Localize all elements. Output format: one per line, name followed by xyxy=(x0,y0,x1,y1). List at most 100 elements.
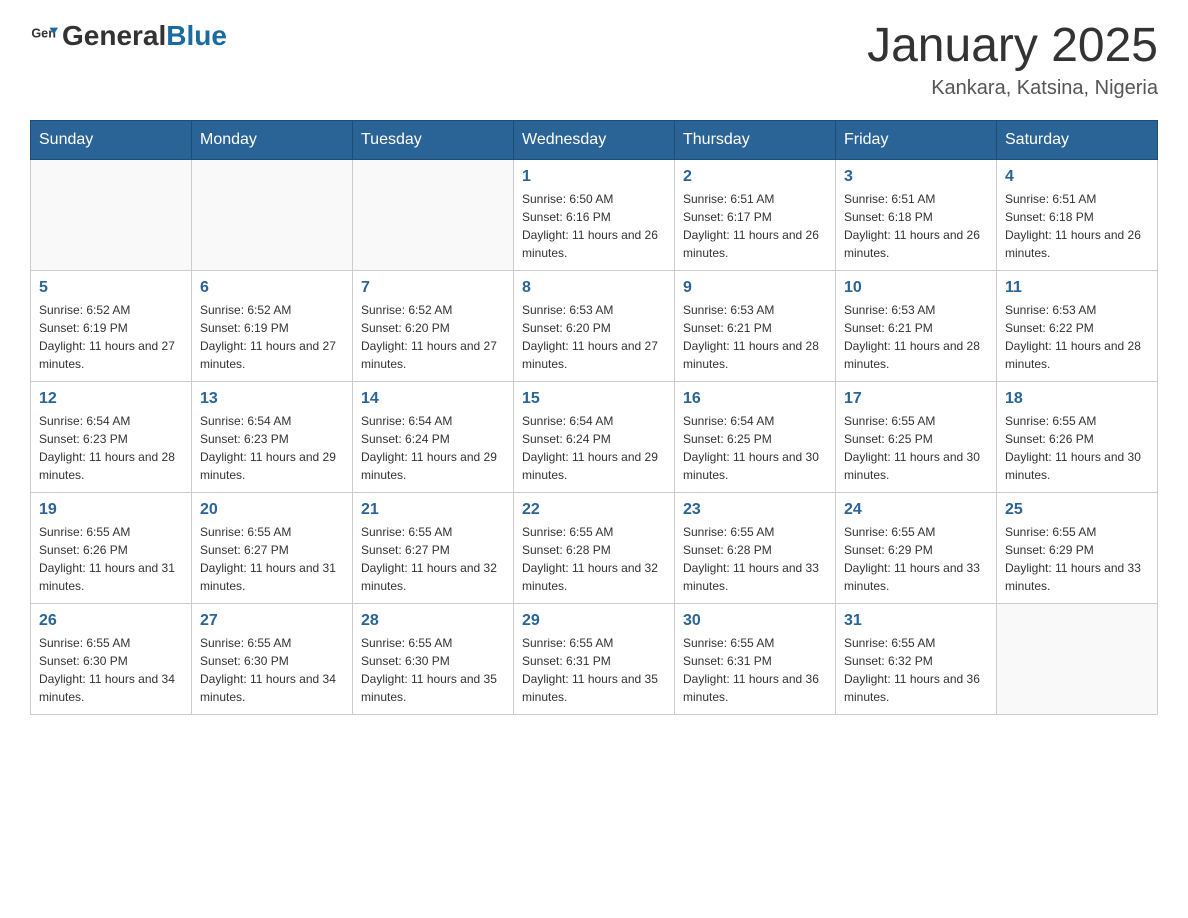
day-number: 20 xyxy=(200,501,344,519)
logo-blue-text: Blue xyxy=(166,20,227,51)
day-number: 26 xyxy=(39,612,183,630)
day-number: 4 xyxy=(1005,168,1149,186)
day-number: 9 xyxy=(683,279,827,297)
day-number: 18 xyxy=(1005,390,1149,408)
day-info: Sunrise: 6:53 AM Sunset: 6:22 PM Dayligh… xyxy=(1005,301,1149,373)
calendar-cell: 16 Sunrise: 6:54 AM Sunset: 6:25 PM Dayli… xyxy=(675,381,836,492)
day-info: Sunrise: 6:55 AM Sunset: 6:31 PM Dayligh… xyxy=(683,634,827,706)
calendar-week-row: 1Sunrise: 6:50 AM Sunset: 6:16 PM Daylig… xyxy=(31,159,1158,270)
day-number: 23 xyxy=(683,501,827,519)
day-number: 29 xyxy=(522,612,666,630)
day-number: 28 xyxy=(361,612,505,630)
calendar-week-row: 26 Sunrise: 6:55 AM Sunset: 6:30 PM Dayli… xyxy=(31,603,1158,714)
day-info: Sunrise: 6:54 AM Sunset: 6:25 PM Dayligh… xyxy=(683,412,827,484)
weekday-header-wednesday: Wednesday xyxy=(514,120,675,159)
calendar-cell: 25 Sunrise: 6:55 AM Sunset: 6:29 PM Dayli… xyxy=(997,492,1158,603)
day-number: 16 xyxy=(683,390,827,408)
day-info: Sunrise: 6:55 AM Sunset: 6:29 PM Dayligh… xyxy=(844,523,988,595)
calendar-cell: 20 Sunrise: 6:55 AM Sunset: 6:27 PM Dayli… xyxy=(192,492,353,603)
weekday-header-monday: Monday xyxy=(192,120,353,159)
day-info: Sunrise: 6:51 AM Sunset: 6:17 PM Dayligh… xyxy=(683,190,827,262)
calendar-cell: 9 Sunrise: 6:53 AM Sunset: 6:21 PM Daylig… xyxy=(675,270,836,381)
weekday-header-tuesday: Tuesday xyxy=(353,120,514,159)
calendar-cell: 31 Sunrise: 6:55 AM Sunset: 6:32 PM Dayli… xyxy=(836,603,997,714)
day-number: 2 xyxy=(683,168,827,186)
calendar-subtitle: Kankara, Katsina, Nigeria xyxy=(867,77,1158,100)
calendar-cell: 26 Sunrise: 6:55 AM Sunset: 6:30 PM Dayli… xyxy=(31,603,192,714)
day-info: Sunrise: 6:55 AM Sunset: 6:26 PM Dayligh… xyxy=(39,523,183,595)
calendar-cell: 23 Sunrise: 6:55 AM Sunset: 6:28 PM Dayli… xyxy=(675,492,836,603)
calendar-cell: 12 Sunrise: 6:54 AM Sunset: 6:23 PM Dayli… xyxy=(31,381,192,492)
day-number: 25 xyxy=(1005,501,1149,519)
day-info: Sunrise: 6:55 AM Sunset: 6:31 PM Dayligh… xyxy=(522,634,666,706)
day-info: Sunrise: 6:55 AM Sunset: 6:30 PM Dayligh… xyxy=(361,634,505,706)
day-info: Sunrise: 6:55 AM Sunset: 6:26 PM Dayligh… xyxy=(1005,412,1149,484)
day-number: 11 xyxy=(1005,279,1149,297)
day-info: Sunrise: 6:55 AM Sunset: 6:29 PM Dayligh… xyxy=(1005,523,1149,595)
calendar-cell: 24 Sunrise: 6:55 AM Sunset: 6:29 PM Dayli… xyxy=(836,492,997,603)
day-number: 1 xyxy=(522,168,666,186)
day-info: Sunrise: 6:55 AM Sunset: 6:28 PM Dayligh… xyxy=(522,523,666,595)
calendar-cell: 11 Sunrise: 6:53 AM Sunset: 6:22 PM Dayli… xyxy=(997,270,1158,381)
day-info: Sunrise: 6:54 AM Sunset: 6:24 PM Dayligh… xyxy=(361,412,505,484)
calendar-week-row: 12 Sunrise: 6:54 AM Sunset: 6:23 PM Dayli… xyxy=(31,381,1158,492)
day-number: 19 xyxy=(39,501,183,519)
day-info: Sunrise: 6:53 AM Sunset: 6:21 PM Dayligh… xyxy=(844,301,988,373)
day-info: Sunrise: 6:55 AM Sunset: 6:28 PM Dayligh… xyxy=(683,523,827,595)
logo-general-text: General xyxy=(62,20,166,51)
day-info: Sunrise: 6:51 AM Sunset: 6:18 PM Dayligh… xyxy=(844,190,988,262)
day-info: Sunrise: 6:52 AM Sunset: 6:20 PM Dayligh… xyxy=(361,301,505,373)
day-info: Sunrise: 6:54 AM Sunset: 6:24 PM Dayligh… xyxy=(522,412,666,484)
day-info: Sunrise: 6:54 AM Sunset: 6:23 PM Dayligh… xyxy=(39,412,183,484)
day-info: Sunrise: 6:51 AM Sunset: 6:18 PM Dayligh… xyxy=(1005,190,1149,262)
logo-icon: Gen xyxy=(30,22,58,50)
calendar-cell: 27Sunrise: 6:55 AM Sunset: 6:30 PM Dayli… xyxy=(192,603,353,714)
calendar-table: SundayMondayTuesdayWednesdayThursdayFrid… xyxy=(30,120,1158,715)
weekday-header-saturday: Saturday xyxy=(997,120,1158,159)
calendar-cell: 3Sunrise: 6:51 AM Sunset: 6:18 PM Daylig… xyxy=(836,159,997,270)
calendar-cell xyxy=(31,159,192,270)
calendar-cell xyxy=(353,159,514,270)
day-number: 14 xyxy=(361,390,505,408)
day-info: Sunrise: 6:53 AM Sunset: 6:21 PM Dayligh… xyxy=(683,301,827,373)
calendar-cell: 15 Sunrise: 6:54 AM Sunset: 6:24 PM Dayli… xyxy=(514,381,675,492)
page-header: Gen GeneralBlue January 2025 Kankara, Ka… xyxy=(30,20,1158,100)
day-number: 24 xyxy=(844,501,988,519)
day-number: 10 xyxy=(844,279,988,297)
day-number: 13 xyxy=(200,390,344,408)
calendar-cell: 1Sunrise: 6:50 AM Sunset: 6:16 PM Daylig… xyxy=(514,159,675,270)
calendar-cell: 4 Sunrise: 6:51 AM Sunset: 6:18 PM Daylig… xyxy=(997,159,1158,270)
calendar-cell: 19 Sunrise: 6:55 AM Sunset: 6:26 PM Dayli… xyxy=(31,492,192,603)
calendar-cell: 28 Sunrise: 6:55 AM Sunset: 6:30 PM Dayli… xyxy=(353,603,514,714)
weekday-header-friday: Friday xyxy=(836,120,997,159)
calendar-cell: 21 Sunrise: 6:55 AM Sunset: 6:27 PM Dayli… xyxy=(353,492,514,603)
day-number: 30 xyxy=(683,612,827,630)
calendar-title: January 2025 xyxy=(867,20,1158,73)
calendar-cell: 30 Sunrise: 6:55 AM Sunset: 6:31 PM Dayli… xyxy=(675,603,836,714)
day-number: 7 xyxy=(361,279,505,297)
day-number: 15 xyxy=(522,390,666,408)
day-info: Sunrise: 6:53 AM Sunset: 6:20 PM Dayligh… xyxy=(522,301,666,373)
calendar-cell: 5Sunrise: 6:52 AM Sunset: 6:19 PM Daylig… xyxy=(31,270,192,381)
day-info: Sunrise: 6:55 AM Sunset: 6:30 PM Dayligh… xyxy=(39,634,183,706)
day-number: 22 xyxy=(522,501,666,519)
day-number: 5 xyxy=(39,279,183,297)
weekday-header-row: SundayMondayTuesdayWednesdayThursdayFrid… xyxy=(31,120,1158,159)
weekday-header-thursday: Thursday xyxy=(675,120,836,159)
day-number: 31 xyxy=(844,612,988,630)
calendar-cell: 14 Sunrise: 6:54 AM Sunset: 6:24 PM Dayli… xyxy=(353,381,514,492)
weekday-header-sunday: Sunday xyxy=(31,120,192,159)
day-number: 17 xyxy=(844,390,988,408)
day-info: Sunrise: 6:54 AM Sunset: 6:23 PM Dayligh… xyxy=(200,412,344,484)
calendar-cell: 2 Sunrise: 6:51 AM Sunset: 6:17 PM Daylig… xyxy=(675,159,836,270)
logo: Gen GeneralBlue xyxy=(30,20,227,52)
day-info: Sunrise: 6:55 AM Sunset: 6:32 PM Dayligh… xyxy=(844,634,988,706)
day-number: 6 xyxy=(200,279,344,297)
day-number: 12 xyxy=(39,390,183,408)
day-info: Sunrise: 6:55 AM Sunset: 6:27 PM Dayligh… xyxy=(200,523,344,595)
day-number: 21 xyxy=(361,501,505,519)
calendar-cell: 13 Sunrise: 6:54 AM Sunset: 6:23 PM Dayli… xyxy=(192,381,353,492)
calendar-cell: 8Sunrise: 6:53 AM Sunset: 6:20 PM Daylig… xyxy=(514,270,675,381)
calendar-week-row: 19 Sunrise: 6:55 AM Sunset: 6:26 PM Dayli… xyxy=(31,492,1158,603)
day-info: Sunrise: 6:55 AM Sunset: 6:27 PM Dayligh… xyxy=(361,523,505,595)
